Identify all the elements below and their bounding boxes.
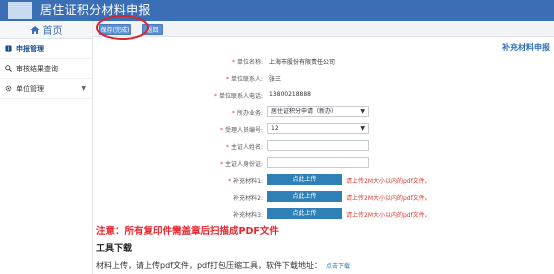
logo [8, 2, 32, 19]
applicant-id-input[interactable] [267, 157, 369, 168]
upload-button-3[interactable]: 点此上传 [267, 208, 342, 219]
chevron-down-icon: ▼ [360, 125, 365, 132]
download-link[interactable]: 点击下载 [326, 263, 350, 270]
app-header: 居住证积分材料申报 [0, 0, 554, 21]
gear-icon [5, 85, 12, 92]
upload-note-1: 请上传2M大小以内的pdf文件。 [346, 178, 431, 185]
unit-contact-value: 张三 [269, 76, 282, 83]
applicant-name-label: * 主证人姓名: [226, 144, 263, 151]
unit-phone-value: 13800218888 [269, 91, 311, 98]
unit-contact-label: * 单位联系人: [226, 76, 263, 83]
upload-3-label: 补充材料3: [233, 212, 263, 219]
handler-id-select[interactable]: 12 ▼ [267, 123, 369, 134]
chevron-down-icon: ▼ [360, 108, 365, 115]
upload-1-label: * 补充材料1: [228, 178, 263, 185]
home-link[interactable]: 首页 [0, 21, 92, 39]
search-icon [5, 65, 12, 72]
upload-note-2: 请上传2M大小以内的pdf文件。 [346, 195, 431, 202]
upload-note-3: 请上传2M大小以内的pdf文件。 [346, 212, 431, 219]
sidebar-item-label: 审核结果查询 [16, 64, 58, 73]
sidebar-item-declaration[interactable]: 申报管理 [0, 39, 92, 59]
applicant-name-input[interactable] [267, 140, 369, 151]
unit-name-value: 上海市股份有限责任公司 [269, 59, 336, 66]
handler-id-label: * 受理人员编号: [220, 127, 263, 134]
upload-2-label: 补充材料2: [233, 195, 263, 202]
unit-name-label: * 单位名称: [232, 59, 263, 66]
chevron-down-icon: ▼ [81, 85, 86, 92]
sidebar-item-review-results[interactable]: 审核结果查询 [0, 59, 92, 79]
sidebar-item-label: 申报管理 [16, 44, 44, 53]
home-label: 首页 [42, 26, 63, 37]
upload-button-1[interactable]: 点此上传 [267, 174, 342, 185]
unit-phone-label: * 单位联系人电话: [214, 93, 263, 100]
business-type-select[interactable]: 居住证积分申请（新办） ▼ [267, 106, 369, 117]
highlight-annotation [96, 15, 149, 40]
tools-description: 材料上传，请上传pdf文件，pdf打包压缩工具，软件下载地址： 点击下载 [96, 261, 350, 270]
book-icon [5, 45, 12, 52]
applicant-id-label: * 主证人身份证: [220, 161, 263, 168]
sidebar-item-unit-management[interactable]: 单位管理 ▼ [0, 79, 92, 99]
sidebar-item-label: 单位管理 [16, 84, 44, 93]
business-type-value: 居住证积分申请（新办） [271, 108, 338, 115]
upload-button-2[interactable]: 点此上传 [267, 191, 342, 202]
handler-id-value: 12 [271, 125, 279, 132]
toolbar: 保存(完成) 返回 [93, 21, 554, 37]
tools-title: 工具下载 [96, 244, 133, 254]
section-title: 补充材料申报 [502, 43, 550, 52]
sidebar: 首页 申报管理 审核结果查询 单位管理 ▼ [0, 21, 93, 274]
notice-text: 注意：所有复印件需盖章后扫描成PDF文件 [96, 226, 279, 237]
home-icon [30, 25, 39, 34]
business-type-label: * 所办业务: [232, 110, 263, 117]
